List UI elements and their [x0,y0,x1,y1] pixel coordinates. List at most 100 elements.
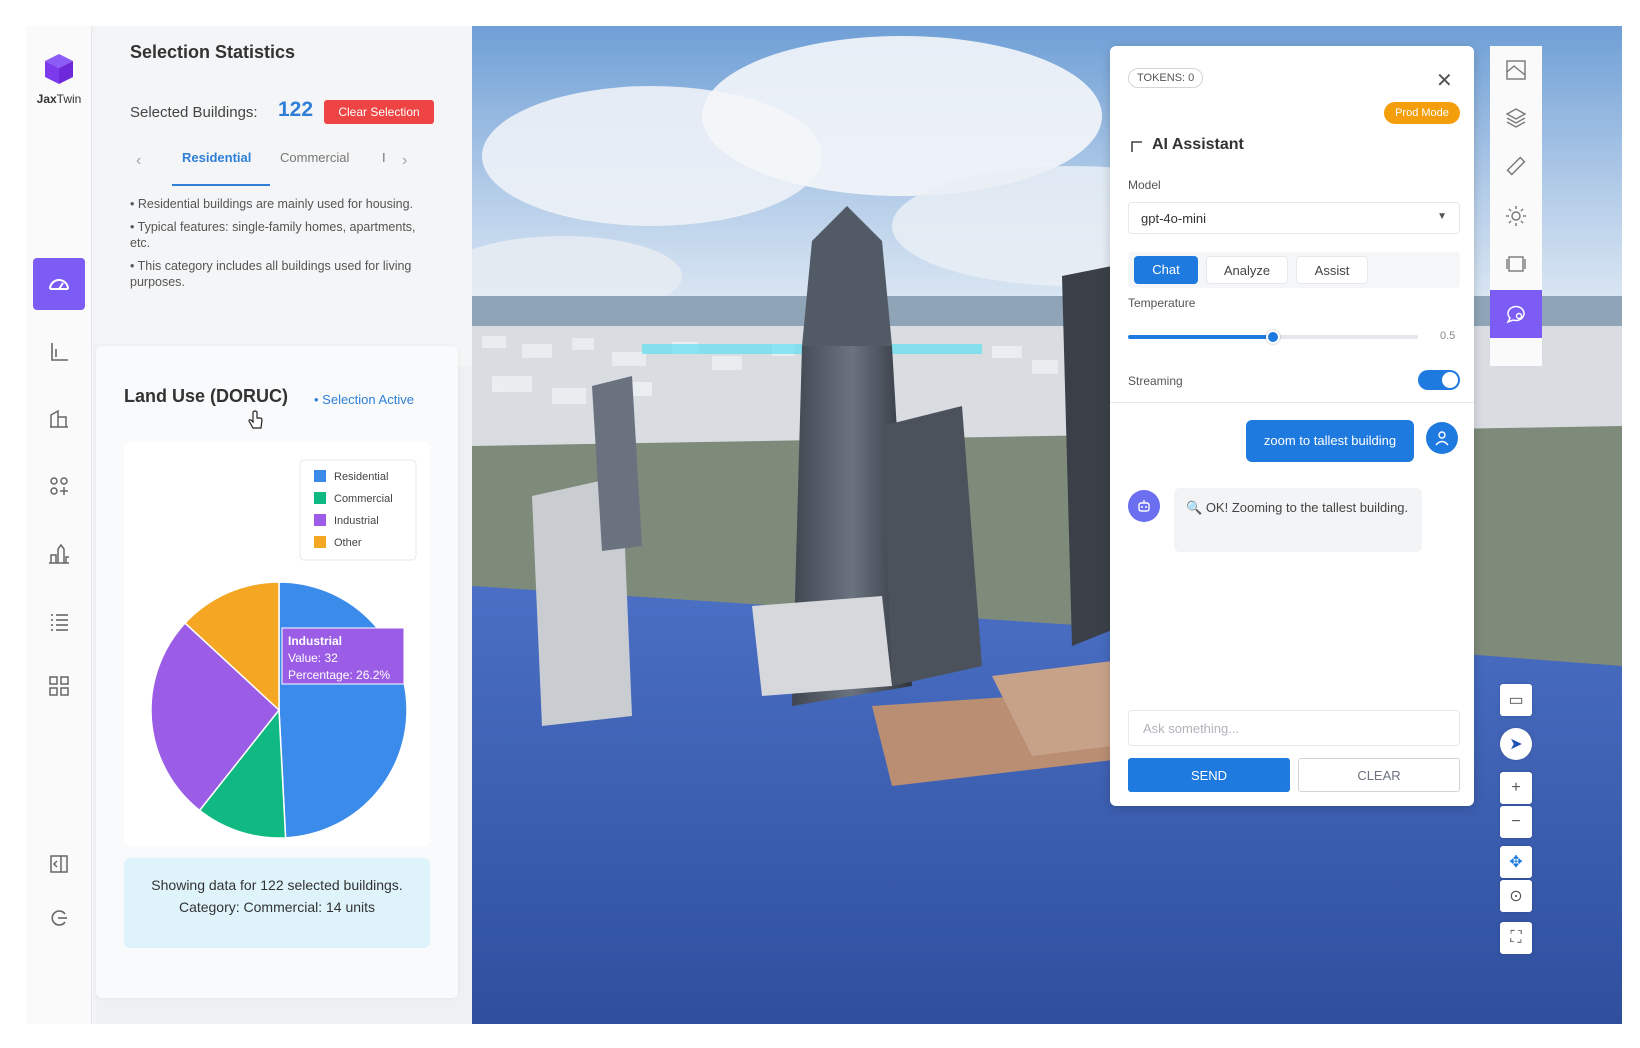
nav-buildings[interactable] [33,392,85,444]
close-icon[interactable]: ✕ [1436,68,1453,93]
streaming-label: Streaming [1128,374,1183,388]
model-label: Model [1128,178,1161,192]
nav-collapse[interactable] [33,838,85,890]
streaming-toggle[interactable] [1418,370,1460,390]
bot-avatar [1128,490,1160,522]
pointer-icon: ➤ [1509,736,1523,753]
collapse-panel-icon [50,855,68,873]
monitor-button[interactable]: ▭ [1500,684,1532,716]
legend-swatch [314,536,326,548]
pie-chart-svg: Residential Commercial Industrial Other Ind… [150,459,417,839]
tab-prev-icon[interactable]: ‹ [136,152,141,170]
description-bullet: • This category includes all buildings u… [130,259,412,289]
tab-next-icon[interactable]: › [402,152,407,170]
prod-mode-badge[interactable]: Prod Mode [1384,102,1460,124]
pointer-button[interactable]: ➤ [1500,728,1532,760]
tab-industrial-truncated[interactable]: I [382,150,386,165]
pie-slice-residential[interactable] [278,581,408,839]
selection-statistics-card: Selection Statistics Selected Buildings:… [96,26,488,366]
tool-frame[interactable] [1490,240,1542,288]
clear-selection-button[interactable]: Clear Selection [324,100,434,124]
mode-tabs: Chat Analyze Assist [1128,252,1460,288]
temperature-slider-fill [1128,335,1273,339]
temperature-label: Temperature [1128,296,1196,310]
description-bullet: • Typical features: single-family homes,… [130,220,416,250]
nav-grid[interactable] [33,460,85,512]
tool-map-layout[interactable] [1490,46,1542,94]
tab-residential[interactable]: Residential [182,150,251,165]
tab-analyze[interactable]: Analyze [1206,256,1288,284]
tab-assist[interactable]: Assist [1296,256,1368,284]
send-button[interactable]: SEND [1128,758,1290,792]
model-select[interactable]: gpt-4o-mini ▼ [1128,202,1460,234]
clear-button[interactable]: CLEAR [1298,758,1460,792]
logo-text: JaxTwin [36,92,82,106]
nav-list[interactable] [33,596,85,648]
zoom-in-button[interactable]: + [1500,772,1532,804]
chevron-down-icon: ▼ [1437,211,1447,222]
pan-button[interactable]: ✥ [1500,846,1532,878]
temperature-slider-thumb[interactable] [1266,330,1280,344]
corner-bracket-icon [1131,141,1142,152]
tab-commercial[interactable]: Commercial [280,150,349,165]
selection-active-status: • Selection Active [314,392,414,407]
tool-ai-chat[interactable] [1490,290,1542,338]
zoom-out-button[interactable]: − [1500,806,1532,838]
tooltip-line: Value: 32 [288,651,338,665]
pie-slices [150,581,408,839]
nav-logout[interactable] [33,892,85,944]
nav-charts[interactable] [33,326,85,378]
legend-swatch [314,470,326,482]
tool-lighting[interactable] [1490,192,1542,240]
frame-icon [1506,256,1526,272]
chart-legend: Residential Commercial Industrial Other [299,459,417,561]
sun-icon [1506,206,1526,226]
selection-info-box: Showing data for 122 selected buildings.… [124,858,430,948]
legend-swatch [314,514,326,526]
active-tab-underline [172,184,270,186]
nav-dashboard[interactable] [33,258,85,310]
user-avatar [1426,422,1458,454]
chart-tooltip: Industrial Value: 32 Percentage: 26.2% [281,627,405,685]
selected-buildings-label: Selected Buildings: [130,104,258,121]
tool-layers[interactable] [1490,94,1542,142]
qr-grid-icon [49,676,69,696]
user-icon [1435,431,1449,446]
legend-swatch [314,492,326,504]
logout-icon [51,910,67,926]
magnifier-icon: 🔍 [1186,500,1203,515]
ai-assistant-title: AI Assistant [1152,136,1244,153]
category-tabs: ‹ Residential Commercial I › [136,148,436,188]
ask-input[interactable] [1128,710,1460,746]
legend-label: Residential [334,471,388,483]
temperature-slider[interactable] [1128,330,1418,344]
city-skyline-icon [49,543,69,564]
monitor-icon: ▭ [1508,692,1524,709]
nav-city[interactable] [33,528,85,580]
tab-chat[interactable]: Chat [1134,256,1198,284]
layers-icon [1505,108,1527,128]
legend-label: Other [334,537,362,549]
land-use-pie-chart: Residential Commercial Industrial Other Ind… [124,442,430,846]
bot-message: 🔍 OK! Zooming to the tallest building. [1174,488,1422,552]
map-layout-icon [1506,60,1526,80]
compass-button[interactable]: ⊙ [1500,880,1532,912]
chart-axis-icon [51,343,68,361]
buildings-icon [50,409,68,428]
left-nav: JaxTwin [26,26,92,1024]
bot-message-text: OK! Zooming to the tallest building. [1205,500,1409,515]
tool-ruler[interactable] [1490,142,1542,190]
land-use-title: Land Use (DORUC) [124,386,289,406]
land-use-card: Land Use (DORUC) • Selection Active Resi… [96,346,458,998]
description-bullet: • Residential buildings are mainly used … [130,197,414,211]
divider [1110,402,1474,403]
temperature-value: 0.5 [1440,330,1456,342]
tokens-badge: TOKENS: 0 [1128,68,1204,88]
chat-search-icon [1506,305,1525,324]
fullscreen-button[interactable]: ⛶ [1500,922,1532,954]
nav-qr[interactable] [33,660,85,712]
legend-label: Commercial [334,493,393,505]
model-select-value: gpt-4o-mini [1141,211,1207,226]
toggle-knob [1442,372,1458,388]
robot-icon [1138,500,1150,512]
